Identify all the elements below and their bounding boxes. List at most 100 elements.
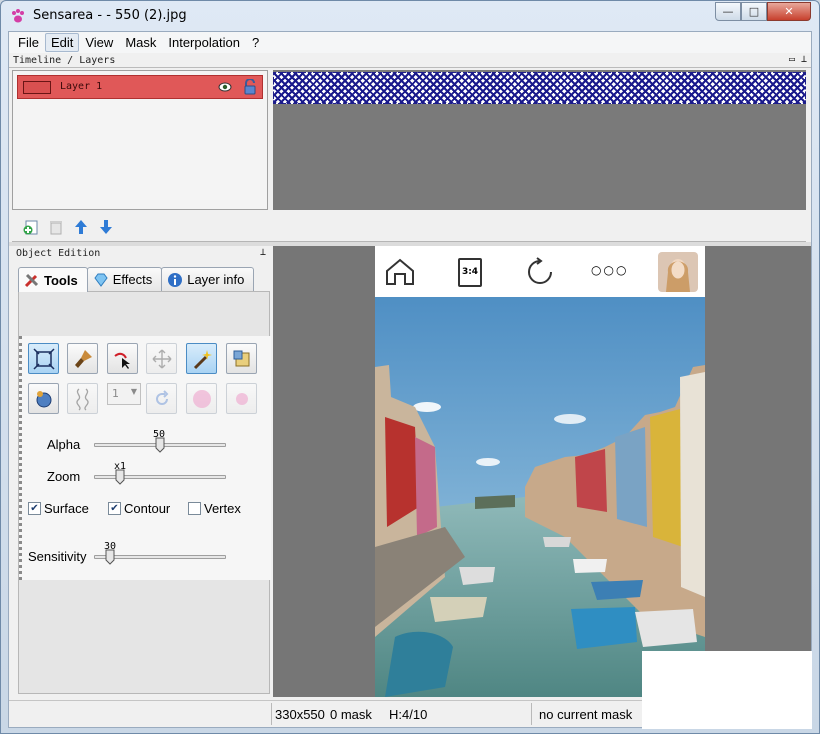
menu-interpolation[interactable]: Interpolation — [162, 33, 246, 52]
tab-layer-info[interactable]: Layer info — [161, 267, 255, 291]
contour-checkbox[interactable]: ✔ Contour — [108, 501, 170, 516]
vertex-checkbox-label: Vertex — [204, 501, 241, 516]
layer-name: Layer 1 — [60, 81, 103, 92]
tools-box: 1 ▼ Alpha 50 Zoom x1 ✔ Surface ✔ Contour… — [19, 336, 271, 580]
edited-image[interactable]: 3:4 ○○○ — [375, 246, 705, 697]
chevron-down-icon: ▼ — [130, 387, 137, 396]
eye-icon[interactable] — [218, 81, 232, 93]
menu-bar: File Edit View Mask Interpolation ? — [9, 32, 811, 53]
sensitivity-label: Sensitivity — [28, 549, 87, 564]
unlock-icon[interactable] — [243, 79, 257, 95]
pen-cursor-icon — [113, 352, 130, 369]
arrow-up-icon — [74, 219, 87, 234]
contour-checkbox-label: Contour — [124, 501, 171, 516]
move-tool-button[interactable] — [146, 343, 177, 374]
layer-color-swatch[interactable] — [23, 81, 51, 94]
timeline-frames-strip[interactable] — [273, 72, 806, 104]
menu-help[interactable]: ? — [246, 33, 265, 52]
object-edition-header: Object Edition ⊥ — [12, 246, 270, 261]
pin-icon[interactable]: ⊥ — [260, 247, 266, 258]
surface-checkbox[interactable]: ✔ Surface — [28, 501, 89, 516]
tab-layer-info-label: Layer info — [187, 272, 245, 287]
canvas-area[interactable]: 3:4 ○○○ — [273, 246, 811, 697]
pin-icon[interactable]: ⊥ — [801, 54, 807, 65]
object-edition-panel: Tools Effects Layer info 1 ▼ Alpha 50 Zo… — [12, 261, 271, 697]
tools-icon — [24, 273, 39, 288]
vertex-checkbox-box[interactable] — [188, 502, 201, 515]
move-arrows-icon — [152, 349, 171, 368]
tab-tools-label: Tools — [44, 272, 78, 288]
feather-small-button[interactable] — [226, 383, 257, 414]
trash-icon — [49, 220, 62, 234]
refresh-icon — [155, 389, 168, 405]
tools-tab-content: 1 ▼ Alpha 50 Zoom x1 ✔ Surface ✔ Contour… — [18, 291, 271, 694]
move-layer-up-button[interactable] — [72, 218, 89, 235]
brush-icon — [74, 349, 92, 368]
contour-checkbox-box[interactable]: ✔ — [108, 502, 121, 515]
add-layer-icon — [23, 220, 37, 234]
surface-checkbox-label: Surface — [44, 501, 89, 516]
zoom-slider-thumb[interactable] — [115, 469, 125, 485]
brush-tool-button[interactable] — [67, 343, 98, 374]
title-bar[interactable]: Sensarea - - 550 (2).jpg — □ ✕ — [1, 1, 819, 31]
brush-size-select[interactable]: 1 ▼ — [107, 383, 141, 405]
minimize-button[interactable]: — — [715, 2, 741, 21]
zoom-label: Zoom — [47, 469, 81, 484]
layer-row[interactable]: Layer 1 — [17, 75, 263, 99]
layer-image-icon — [233, 350, 249, 366]
menu-view[interactable]: View — [79, 33, 119, 52]
more-options-icon: ○○○ — [591, 263, 629, 277]
background-tool-button[interactable] — [226, 343, 257, 374]
close-button[interactable]: ✕ — [767, 2, 811, 21]
lasso-tool-button[interactable] — [107, 343, 138, 374]
menu-edit[interactable]: Edit — [44, 33, 80, 52]
path-tool-button[interactable] — [67, 383, 98, 414]
feather-large-button[interactable] — [186, 383, 217, 414]
alpha-slider-thumb[interactable] — [155, 437, 165, 453]
soft-brush-small-icon — [235, 392, 248, 405]
bucket-tool-button[interactable] — [28, 383, 59, 414]
sensitivity-slider-thumb[interactable] — [105, 549, 115, 565]
delete-layer-button[interactable] — [47, 218, 64, 235]
image-size-status: 330x550 — [275, 707, 325, 722]
object-edition-title: Object Edition — [16, 248, 101, 259]
timeline-panel-title: Timeline / Layers — [13, 54, 116, 66]
tab-effects[interactable]: Effects — [86, 267, 163, 291]
canal-photo — [375, 297, 705, 697]
aspect-ratio-label: 3:4 — [461, 267, 479, 277]
layer-toolbar — [12, 212, 806, 242]
refresh-tool-button[interactable] — [146, 383, 177, 414]
info-icon — [168, 272, 183, 287]
menu-file[interactable]: File — [12, 33, 45, 52]
avatar — [658, 252, 698, 292]
maximize-button[interactable]: □ — [741, 2, 767, 21]
add-layer-button[interactable] — [22, 218, 39, 235]
window-controls: — □ ✕ — [715, 2, 811, 21]
tab-effects-label: Effects — [112, 272, 153, 287]
zoom-slider[interactable] — [94, 475, 226, 479]
gem-icon — [94, 273, 108, 287]
window-title: Sensarea - - 550 (2).jpg — [33, 8, 187, 23]
timeline-area[interactable] — [273, 70, 806, 210]
surface-checkbox-box[interactable]: ✔ — [28, 502, 41, 515]
select-all-tool-button[interactable] — [28, 343, 59, 374]
vertex-checkbox[interactable]: Vertex — [188, 501, 241, 516]
magic-wand-tool-button[interactable] — [186, 343, 217, 374]
float-panel-icon[interactable]: ▭ — [789, 54, 795, 65]
move-layer-down-button[interactable] — [97, 218, 114, 235]
corner-overlay — [642, 651, 812, 729]
mask-count-status: 0 mask — [330, 707, 372, 722]
arrow-down-icon — [99, 219, 112, 234]
tab-tools[interactable]: Tools — [18, 267, 88, 292]
brush-size-value: 1 — [112, 387, 119, 400]
paw-app-icon — [12, 9, 24, 23]
rotate-icon — [528, 257, 552, 284]
phone-toolbar-in-image: 3:4 ○○○ — [375, 246, 705, 297]
frame-status: H:4/10 — [389, 707, 428, 722]
object-tabs: Tools Effects Layer info — [18, 267, 255, 292]
current-mask-status: no current mask — [539, 707, 633, 722]
menu-mask[interactable]: Mask — [119, 33, 162, 52]
paint-bucket-icon — [36, 390, 51, 407]
fullscreen-select-icon — [32, 347, 55, 370]
aspect-ratio-icon: 3:4 — [458, 258, 482, 287]
